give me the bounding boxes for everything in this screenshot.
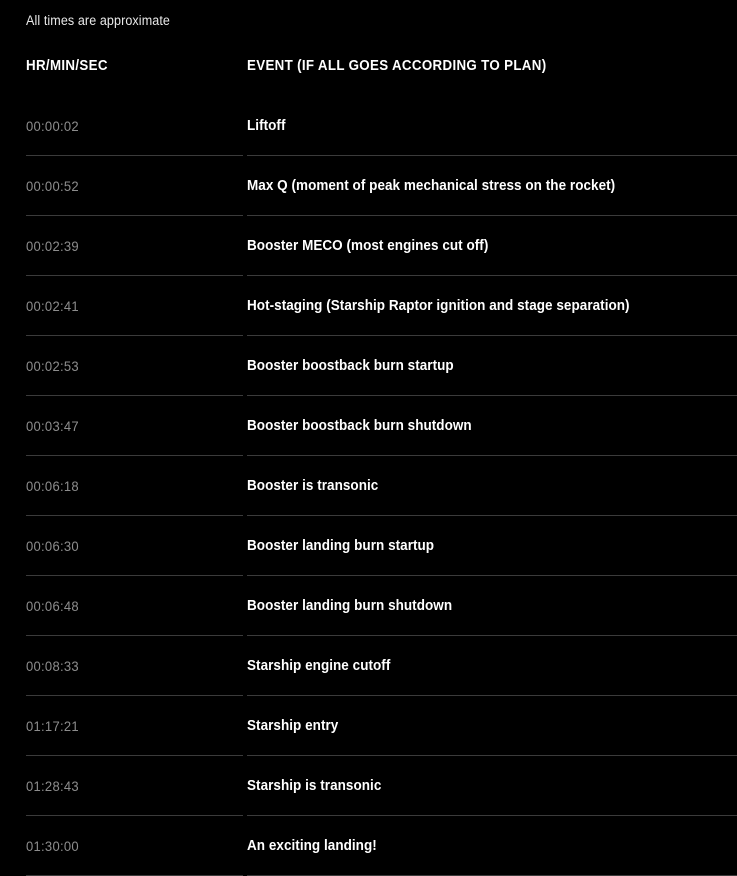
row-event-cell: Liftoff — [247, 96, 727, 156]
row-time-value: 00:00:52 — [26, 178, 79, 194]
row-time-value: 01:17:21 — [26, 718, 79, 734]
row-time-value: 00:06:30 — [26, 538, 79, 554]
row-time-cell: 01:28:43 — [26, 756, 226, 816]
launch-timeline-page: All times are approximate HR/MIN/SEC EVE… — [0, 0, 737, 876]
table-row: 00:06:48 Booster landing burn shutdown — [0, 576, 737, 636]
row-event-cell: Booster landing burn shutdown — [247, 576, 727, 636]
table-row: 00:02:53 Booster boostback burn startup — [0, 336, 737, 396]
row-event-value: Booster boostback burn shutdown — [247, 418, 472, 434]
row-event-value: Booster MECO (most engines cut off) — [247, 238, 489, 254]
row-time-cell: 00:02:53 — [26, 336, 226, 396]
row-time-cell: 00:06:48 — [26, 576, 226, 636]
row-time-value: 00:02:53 — [26, 358, 79, 374]
row-time-cell: 00:06:30 — [26, 516, 226, 576]
row-event-cell: Booster boostback burn startup — [247, 336, 727, 396]
row-event-value: Booster boostback burn startup — [247, 358, 454, 374]
row-event-value: Booster landing burn startup — [247, 538, 435, 554]
row-time-cell: 01:30:00 — [26, 816, 226, 876]
row-time-value: 00:08:33 — [26, 658, 79, 674]
table-row: 01:17:21 Starship entry — [0, 696, 737, 756]
table-row: 00:00:52 Max Q (moment of peak mechanical… — [0, 156, 737, 216]
row-event-value: Booster landing burn shutdown — [247, 598, 453, 614]
row-time-value: 01:28:43 — [26, 778, 79, 794]
row-time-cell: 00:00:02 — [26, 96, 226, 156]
row-event-cell: Max Q (moment of peak mechanical stress … — [247, 156, 727, 216]
row-time-value: 00:06:18 — [26, 478, 79, 494]
row-time-cell: 01:17:21 — [26, 696, 226, 756]
row-event-cell: An exciting landing! — [247, 816, 727, 876]
launch-timeline-table: HR/MIN/SEC EVENT (IF ALL GOES ACCORDING … — [0, 36, 737, 876]
row-time-value: 00:06:48 — [26, 598, 79, 614]
row-event-value: An exciting landing! — [247, 838, 377, 854]
table-row: 00:00:02 Liftoff — [0, 96, 737, 156]
table-row: 00:06:30 Booster landing burn startup — [0, 516, 737, 576]
row-time-value: 00:02:39 — [26, 238, 79, 254]
column-header-time: HR/MIN/SEC — [26, 36, 226, 96]
table-header-row: HR/MIN/SEC EVENT (IF ALL GOES ACCORDING … — [0, 36, 737, 96]
column-header-event: EVENT (IF ALL GOES ACCORDING TO PLAN) — [247, 36, 727, 96]
table-row: 00:02:41 Hot-staging (Starship Raptor ign… — [0, 276, 737, 336]
table-row: 00:02:39 Booster MECO (most engines cut o… — [0, 216, 737, 276]
row-event-cell: Starship entry — [247, 696, 727, 756]
table-row: 01:30:00 An exciting landing! — [0, 816, 737, 876]
row-event-cell: Hot-staging (Starship Raptor ignition an… — [247, 276, 727, 336]
table-row: 00:06:18 Booster is transonic — [0, 456, 737, 516]
row-event-value: Booster is transonic — [247, 478, 379, 494]
row-time-cell: 00:03:47 — [26, 396, 226, 456]
row-time-cell: 00:02:41 — [26, 276, 226, 336]
row-event-cell: Booster landing burn startup — [247, 516, 727, 576]
row-event-cell: Starship engine cutoff — [247, 636, 727, 696]
row-time-cell: 00:08:33 — [26, 636, 226, 696]
row-event-value: Liftoff — [247, 118, 286, 134]
row-time-value: 01:30:00 — [26, 838, 79, 854]
timeline-caption: All times are approximate — [26, 13, 170, 28]
row-event-cell: Starship is transonic — [247, 756, 727, 816]
row-event-cell: Booster is transonic — [247, 456, 727, 516]
table-body: 00:00:02 Liftoff 00:00:52 Max Q (moment of … — [0, 96, 737, 876]
row-time-cell: 00:06:18 — [26, 456, 226, 516]
row-time-value: 00:03:47 — [26, 418, 79, 434]
table-row: 00:03:47 Booster boostback burn shutdown — [0, 396, 737, 456]
row-event-cell: Booster boostback burn shutdown — [247, 396, 727, 456]
row-event-value: Starship engine cutoff — [247, 658, 391, 674]
row-time-cell: 00:02:39 — [26, 216, 226, 276]
row-time-value: 00:00:02 — [26, 118, 79, 134]
table-row: 00:08:33 Starship engine cutoff — [0, 636, 737, 696]
row-time-cell: 00:00:52 — [26, 156, 226, 216]
row-time-value: 00:02:41 — [26, 298, 79, 314]
row-event-value: Starship entry — [247, 718, 339, 734]
column-header-time-label: HR/MIN/SEC — [26, 58, 108, 74]
row-event-value: Starship is transonic — [247, 778, 382, 794]
row-event-value: Max Q (moment of peak mechanical stress … — [247, 178, 616, 194]
column-header-event-label: EVENT (IF ALL GOES ACCORDING TO PLAN) — [247, 58, 547, 74]
row-event-value: Hot-staging (Starship Raptor ignition an… — [247, 298, 630, 314]
table-row: 01:28:43 Starship is transonic — [0, 756, 737, 816]
row-event-cell: Booster MECO (most engines cut off) — [247, 216, 727, 276]
